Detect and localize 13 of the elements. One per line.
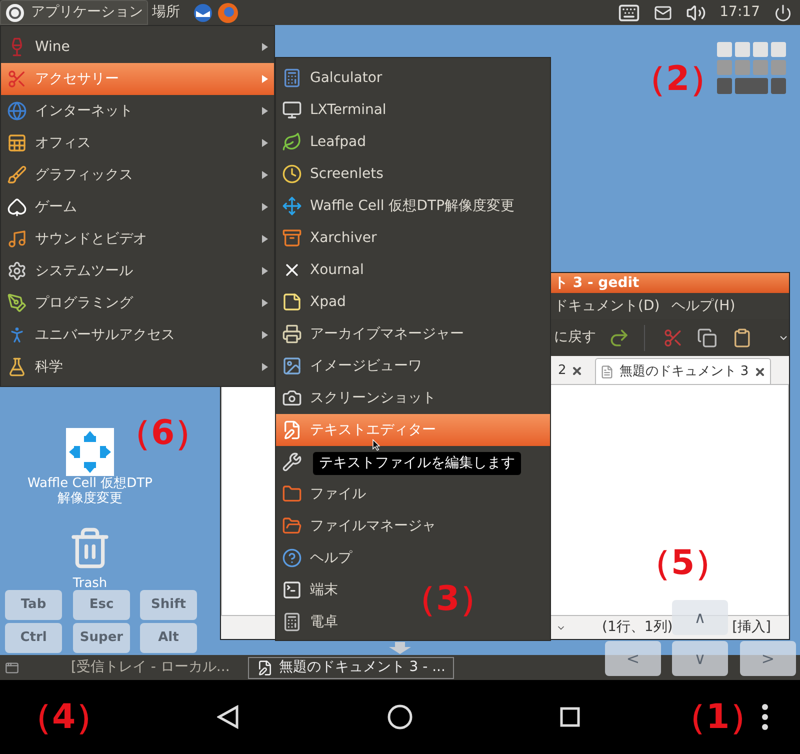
icon-label: Waffle Cell 仮想DTP [28,476,152,491]
annotation-number: （3） [402,578,494,620]
icon-label: 解像度変更 [58,491,122,506]
window-title: ト 3 - gedit [554,274,640,292]
cursor-position: (1行、1列) [602,618,673,637]
insert-mode: [挿入] [732,618,771,637]
icon-label: Trash [72,575,108,593]
annotation-number: （5） [637,542,729,584]
annotation-number: （1） [672,696,764,738]
tooltip: テキストファイルを編集します [313,452,521,475]
annotation-number: （6） [117,412,209,454]
annotation-number: （2） [632,58,724,100]
annotation-number: （4） [18,696,110,738]
